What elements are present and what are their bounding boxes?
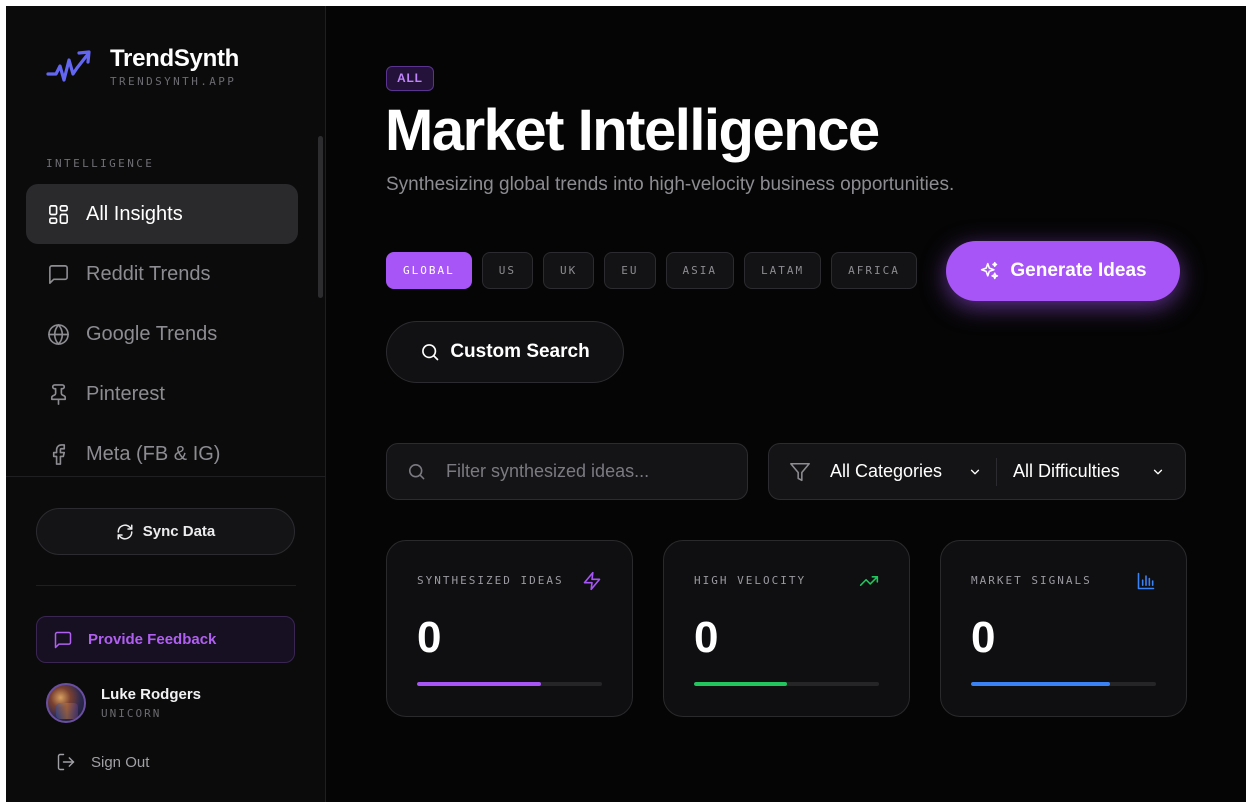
user-tier: UNICORN — [101, 707, 162, 720]
user-profile[interactable]: Luke Rodgers UNICORN — [46, 683, 201, 723]
sync-data-button[interactable]: Sync Data — [36, 508, 295, 555]
page-subtitle: Synthesizing global trends into high-vel… — [386, 174, 955, 195]
custom-search-button[interactable]: Custom Search — [386, 321, 624, 383]
region-tab-us[interactable]: US — [481, 252, 533, 289]
filter-icon — [790, 462, 810, 481]
trending-up-icon — [859, 571, 879, 591]
sidebar: TrendSynth TRENDSYNTH.APP INTELLIGENCE A… — [6, 6, 326, 802]
region-tab-eu[interactable]: EU — [604, 252, 656, 289]
sidebar-item-meta[interactable]: Meta (FB & IG) — [26, 424, 298, 484]
provide-feedback-label: Provide Feedback — [88, 631, 217, 648]
avatar — [46, 683, 86, 723]
pin-icon — [46, 382, 70, 406]
sync-data-label: Sync Data — [142, 523, 216, 540]
region-tab-uk[interactable]: UK — [543, 252, 595, 289]
page-title: Market Intelligence — [385, 98, 880, 163]
generate-ideas-button[interactable]: Generate Ideas — [946, 241, 1180, 301]
difficulty-select-value: All Difficulties — [1013, 461, 1120, 481]
message-square-icon — [46, 262, 70, 286]
custom-search-label: Custom Search — [450, 341, 590, 362]
filter-search-box — [386, 443, 748, 500]
refresh-icon — [117, 524, 133, 539]
stat-label: MARKET SIGNALS — [971, 574, 1092, 587]
divider — [996, 457, 997, 486]
message-square-icon — [54, 631, 72, 648]
category-select[interactable]: All Categories — [830, 461, 986, 482]
stat-card-high-velocity: HIGH VELOCITY 0 — [663, 540, 910, 717]
sidebar-item-label: Pinterest — [86, 382, 165, 405]
stat-value: 0 — [417, 613, 442, 662]
globe-icon — [46, 322, 70, 346]
generate-ideas-label: Generate Ideas — [1010, 260, 1147, 281]
trendsynth-logo-icon — [46, 50, 91, 82]
sidebar-item-all-insights[interactable]: All Insights — [26, 184, 298, 244]
category-select-value: All Categories — [830, 461, 943, 481]
app-window: TrendSynth TRENDSYNTH.APP INTELLIGENCE A… — [6, 6, 1246, 802]
provide-feedback-button[interactable]: Provide Feedback — [36, 616, 295, 663]
brand-url: TRENDSYNTH.APP — [110, 75, 237, 88]
sign-out-label: Sign Out — [91, 753, 150, 771]
region-tab-africa[interactable]: AFRICA — [831, 252, 917, 289]
search-icon — [408, 463, 425, 480]
user-name: Luke Rodgers — [101, 686, 202, 703]
sign-out-button[interactable]: Sign Out — [56, 752, 149, 772]
stat-value: 0 — [694, 613, 719, 662]
region-tab-latam[interactable]: LATAM — [744, 252, 822, 289]
filter-selects: All Categories All Difficulties — [768, 443, 1186, 500]
nav-section-label: INTELLIGENCE — [46, 157, 155, 170]
sidebar-item-label: Reddit Trends — [86, 262, 211, 285]
main-content: ALL Market Intelligence Synthesizing glo… — [327, 6, 1246, 802]
stat-progress-bar — [971, 682, 1156, 686]
stat-card-market-signals: MARKET SIGNALS 0 — [940, 540, 1187, 717]
region-tab-asia[interactable]: ASIA — [665, 252, 734, 289]
sidebar-item-reddit-trends[interactable]: Reddit Trends — [26, 244, 298, 304]
sidebar-item-pinterest[interactable]: Pinterest — [26, 364, 298, 424]
stat-progress-fill — [417, 682, 541, 686]
filter-badge: ALL — [386, 66, 434, 91]
chevron-down-icon — [1153, 469, 1163, 474]
facebook-icon — [46, 442, 70, 466]
bar-chart-icon — [1136, 571, 1156, 591]
stat-progress-fill — [971, 682, 1110, 686]
zap-icon — [582, 571, 602, 591]
region-tabs: GLOBAL US UK EU ASIA LATAM AFRICA — [386, 252, 927, 289]
grid-icon — [46, 202, 70, 226]
stat-progress-fill — [694, 682, 787, 686]
stat-label: HIGH VELOCITY — [694, 574, 807, 587]
stat-card-synthesized-ideas: SYNTHESIZED IDEAS 0 — [386, 540, 633, 717]
sidebar-item-label: All Insights — [86, 202, 183, 225]
stat-progress-bar — [694, 682, 879, 686]
brand-name: TrendSynth — [110, 45, 240, 72]
region-tab-global[interactable]: GLOBAL — [386, 252, 472, 289]
filter-ideas-input[interactable] — [446, 461, 747, 482]
divider — [6, 476, 326, 477]
log-out-icon — [57, 753, 75, 771]
stat-progress-bar — [417, 682, 602, 686]
search-icon — [422, 344, 439, 361]
sidebar-nav: All Insights Reddit Trends Google Trends… — [26, 184, 298, 484]
difficulty-select[interactable]: All Difficulties — [1013, 461, 1165, 482]
sidebar-item-google-trends[interactable]: Google Trends — [26, 304, 298, 364]
sparkles-icon — [981, 261, 999, 279]
stats-row: SYNTHESIZED IDEAS 0 HIGH VELOCITY 0 MARK… — [386, 540, 1217, 717]
chevron-down-icon — [970, 469, 980, 474]
sidebar-scrollbar[interactable] — [318, 136, 323, 298]
sidebar-item-label: Google Trends — [86, 322, 218, 345]
divider — [36, 585, 296, 586]
stat-label: SYNTHESIZED IDEAS — [417, 574, 564, 587]
sidebar-item-label: Meta (FB & IG) — [86, 442, 221, 465]
stat-value: 0 — [971, 613, 996, 662]
brand[interactable]: TrendSynth TRENDSYNTH.APP — [46, 46, 239, 88]
